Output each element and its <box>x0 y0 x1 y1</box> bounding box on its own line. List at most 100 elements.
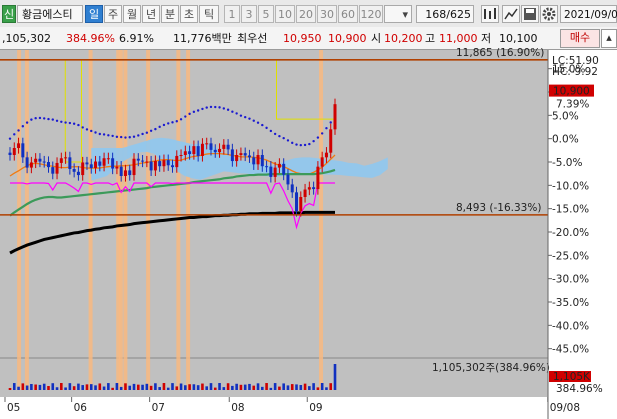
dot-marker-12 <box>60 120 63 123</box>
candle-body-74 <box>324 152 328 158</box>
dot-marker-55 <box>243 115 247 119</box>
dot-marker-22 <box>102 133 106 136</box>
x-tick-label-0: 05 <box>7 402 20 414</box>
volume-bar-10 <box>51 383 55 390</box>
candle-body-51 <box>226 144 230 150</box>
dot-marker-57 <box>252 119 255 122</box>
candle-body-63 <box>277 163 281 168</box>
volume-bar-30 <box>136 384 140 390</box>
candle-body-5 <box>29 162 33 168</box>
price-chart[interactable]: 11,865 (16.90%) 8,493 (-16.33%) 1,105,302… <box>0 0 617 419</box>
candle-body-3 <box>21 143 25 158</box>
volume-bar-50 <box>222 387 226 390</box>
volume-label: 1,105,302주(384.96%) <box>432 362 550 374</box>
dot-marker-45 <box>201 107 204 111</box>
volume-bar-36 <box>162 383 166 390</box>
candle-body-12 <box>59 158 63 163</box>
dot-marker-19 <box>90 129 93 133</box>
candle-body-42 <box>188 151 192 155</box>
candle-body-38 <box>171 165 174 168</box>
candle-body-50 <box>222 144 226 149</box>
candle-body-8 <box>42 161 46 163</box>
dot-marker-50 <box>222 107 226 110</box>
dot-marker-49 <box>218 106 221 109</box>
volume-bar-19 <box>89 384 93 390</box>
dot-marker-73 <box>320 132 324 135</box>
volume-bar-73 <box>320 383 324 390</box>
candle-body-33 <box>149 161 153 171</box>
dot-marker-60 <box>265 126 268 130</box>
candle-body-57 <box>252 157 256 165</box>
candle-body-10 <box>51 167 55 174</box>
volume-bar-14 <box>68 383 72 390</box>
dot-marker-23 <box>107 134 110 137</box>
volume-bar-11 <box>55 387 59 390</box>
dot-marker-8 <box>43 117 46 120</box>
volume-bar-37 <box>166 387 170 390</box>
volume-bar-18 <box>85 384 89 390</box>
volume-bar-59 <box>261 386 264 390</box>
volume-bar-39 <box>175 386 179 390</box>
dot-marker-40 <box>179 118 183 121</box>
dot-marker-46 <box>205 106 208 109</box>
dot-marker-9 <box>47 117 50 121</box>
highlight-band-6 <box>146 50 151 390</box>
y-tick-label-3: 0.0% <box>552 134 579 146</box>
x-tick-label-5: 09/08 <box>550 402 580 414</box>
volume-bar-13 <box>64 387 67 390</box>
dot-marker-5 <box>30 118 33 121</box>
candle-body-35 <box>158 161 162 167</box>
highlight-band-0 <box>17 50 22 390</box>
volume-bar-29 <box>132 383 136 390</box>
volume-bar-46 <box>205 386 209 390</box>
volume-bar-62 <box>273 383 277 390</box>
dot-marker-20 <box>94 131 97 134</box>
level-label-1: 8,493 (-16.33%) <box>456 202 541 214</box>
candle-body-25 <box>115 166 119 169</box>
dot-marker-37 <box>167 122 170 125</box>
candle-body-41 <box>183 151 187 155</box>
volume-bar-16 <box>77 383 80 390</box>
candle-body-44 <box>196 146 200 156</box>
volume-bar-61 <box>269 387 273 390</box>
candle-body-45 <box>200 143 204 156</box>
volume-bar-49 <box>218 383 221 390</box>
candle-body-40 <box>179 155 183 156</box>
highlight-band-2 <box>88 50 93 390</box>
candle-body-23 <box>106 158 110 160</box>
candle-body-46 <box>205 143 209 145</box>
volume-bar-70 <box>308 386 311 390</box>
candle-body-47 <box>209 143 213 150</box>
price-badge-pct: 7.39% <box>556 99 589 111</box>
volume-bar-65 <box>286 385 290 390</box>
volume-bar-35 <box>158 387 161 390</box>
highlight-band-1 <box>24 50 29 390</box>
volume-bar-8 <box>42 383 46 390</box>
dot-marker-7 <box>38 116 42 120</box>
volume-bar-51 <box>226 383 230 390</box>
volume-bar-41 <box>184 385 187 390</box>
dot-marker-15 <box>72 122 76 125</box>
dot-marker-14 <box>68 121 72 125</box>
y-tick-label-5: -10.0% <box>552 180 589 192</box>
x-tick-label-4: 09 <box>309 402 322 414</box>
candle-body-75 <box>329 129 333 153</box>
candle-body-76 <box>333 104 337 130</box>
dot-marker-42 <box>188 112 191 116</box>
candle-body-43 <box>192 146 196 155</box>
volume-bar-2 <box>17 386 20 390</box>
candle-body-69 <box>303 189 307 197</box>
dot-marker-6 <box>34 117 37 120</box>
dot-marker-13 <box>64 121 67 124</box>
candle-body-61 <box>269 166 273 177</box>
candle-body-53 <box>235 155 239 162</box>
volume-bar-27 <box>124 383 127 390</box>
volume-bar-48 <box>213 387 217 390</box>
candle-body-64 <box>282 163 286 175</box>
dot-marker-66 <box>291 141 294 145</box>
volume-bar-34 <box>154 383 157 390</box>
volume-bar-74 <box>325 387 328 390</box>
volume-badge-pct: 384.96% <box>556 383 603 395</box>
candle-body-52 <box>230 149 234 162</box>
volume-bar-47 <box>209 383 213 390</box>
